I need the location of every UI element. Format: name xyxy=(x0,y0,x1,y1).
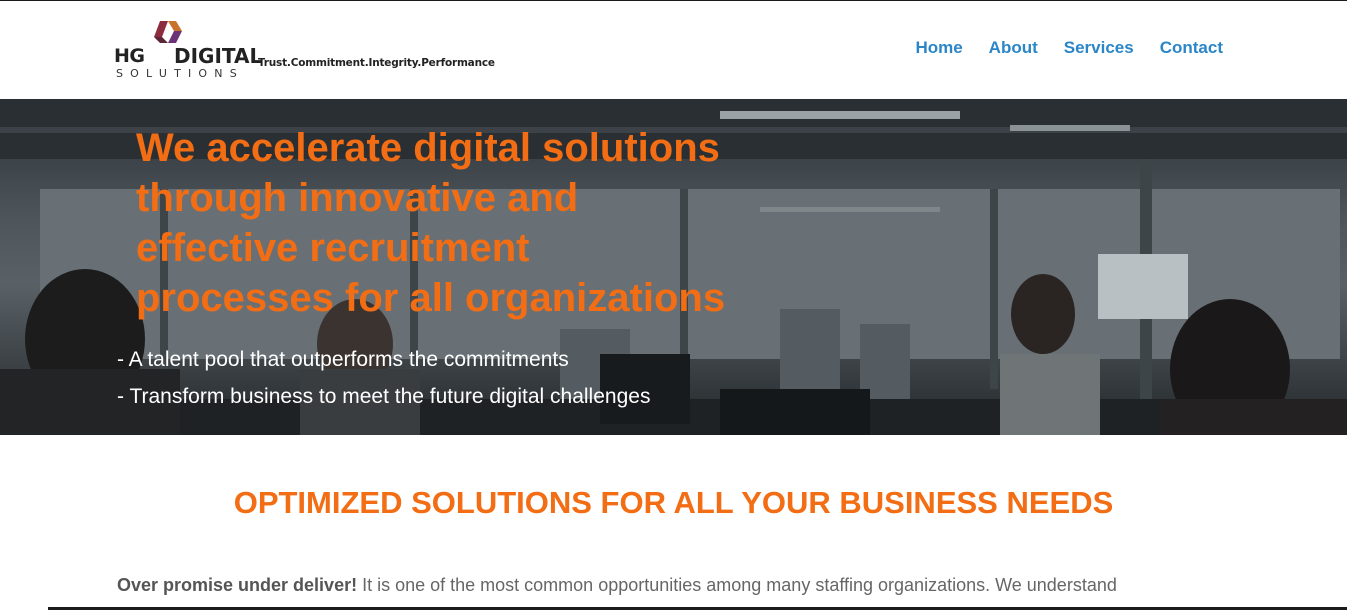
logo-solutions-text: SOLUTIONS xyxy=(116,67,244,80)
hero-headline-line: processes for all organizations xyxy=(136,276,726,320)
logo-digital-text: DIGITAL xyxy=(174,44,263,68)
site-header: HG DIGITAL SOLUTIONS Trust.Commitment.In… xyxy=(0,1,1347,99)
hero-bullet-list: - A talent pool that outperforms the com… xyxy=(117,341,650,415)
hero-headline-line: We accelerate digital solutions xyxy=(136,126,720,170)
intro-bold-text: Over promise under deliver! xyxy=(117,575,358,595)
nav-about[interactable]: About xyxy=(989,38,1038,58)
intro-paragraph: Over promise under deliver! It is one of… xyxy=(117,575,1257,596)
hero-bullet-item: - Transform business to meet the future … xyxy=(117,385,651,408)
logo-tagline: Trust.Commitment.Integrity.Performance xyxy=(258,57,495,69)
section-title: OPTIMIZED SOLUTIONS FOR ALL YOUR BUSINES… xyxy=(233,485,1114,520)
company-logo[interactable]: HG DIGITAL SOLUTIONS Trust.Commitment.In… xyxy=(114,19,495,83)
hero-headline: We accelerate digital solutions through … xyxy=(136,123,776,323)
intro-body-text: It is one of the most common opportuniti… xyxy=(357,575,1117,595)
nav-contact[interactable]: Contact xyxy=(1160,38,1223,58)
hero-headline-line: effective recruitment xyxy=(136,226,530,270)
nav-home[interactable]: Home xyxy=(915,38,962,58)
main-nav: Home About Services Contact xyxy=(915,38,1223,58)
hero-bullet-item: - A talent pool that outperforms the com… xyxy=(117,348,569,371)
hero-headline-line: through innovative and xyxy=(136,176,579,220)
logo-hg-text: HG xyxy=(114,45,145,67)
hero-banner: We accelerate digital solutions through … xyxy=(0,99,1347,435)
nav-services[interactable]: Services xyxy=(1064,38,1134,58)
